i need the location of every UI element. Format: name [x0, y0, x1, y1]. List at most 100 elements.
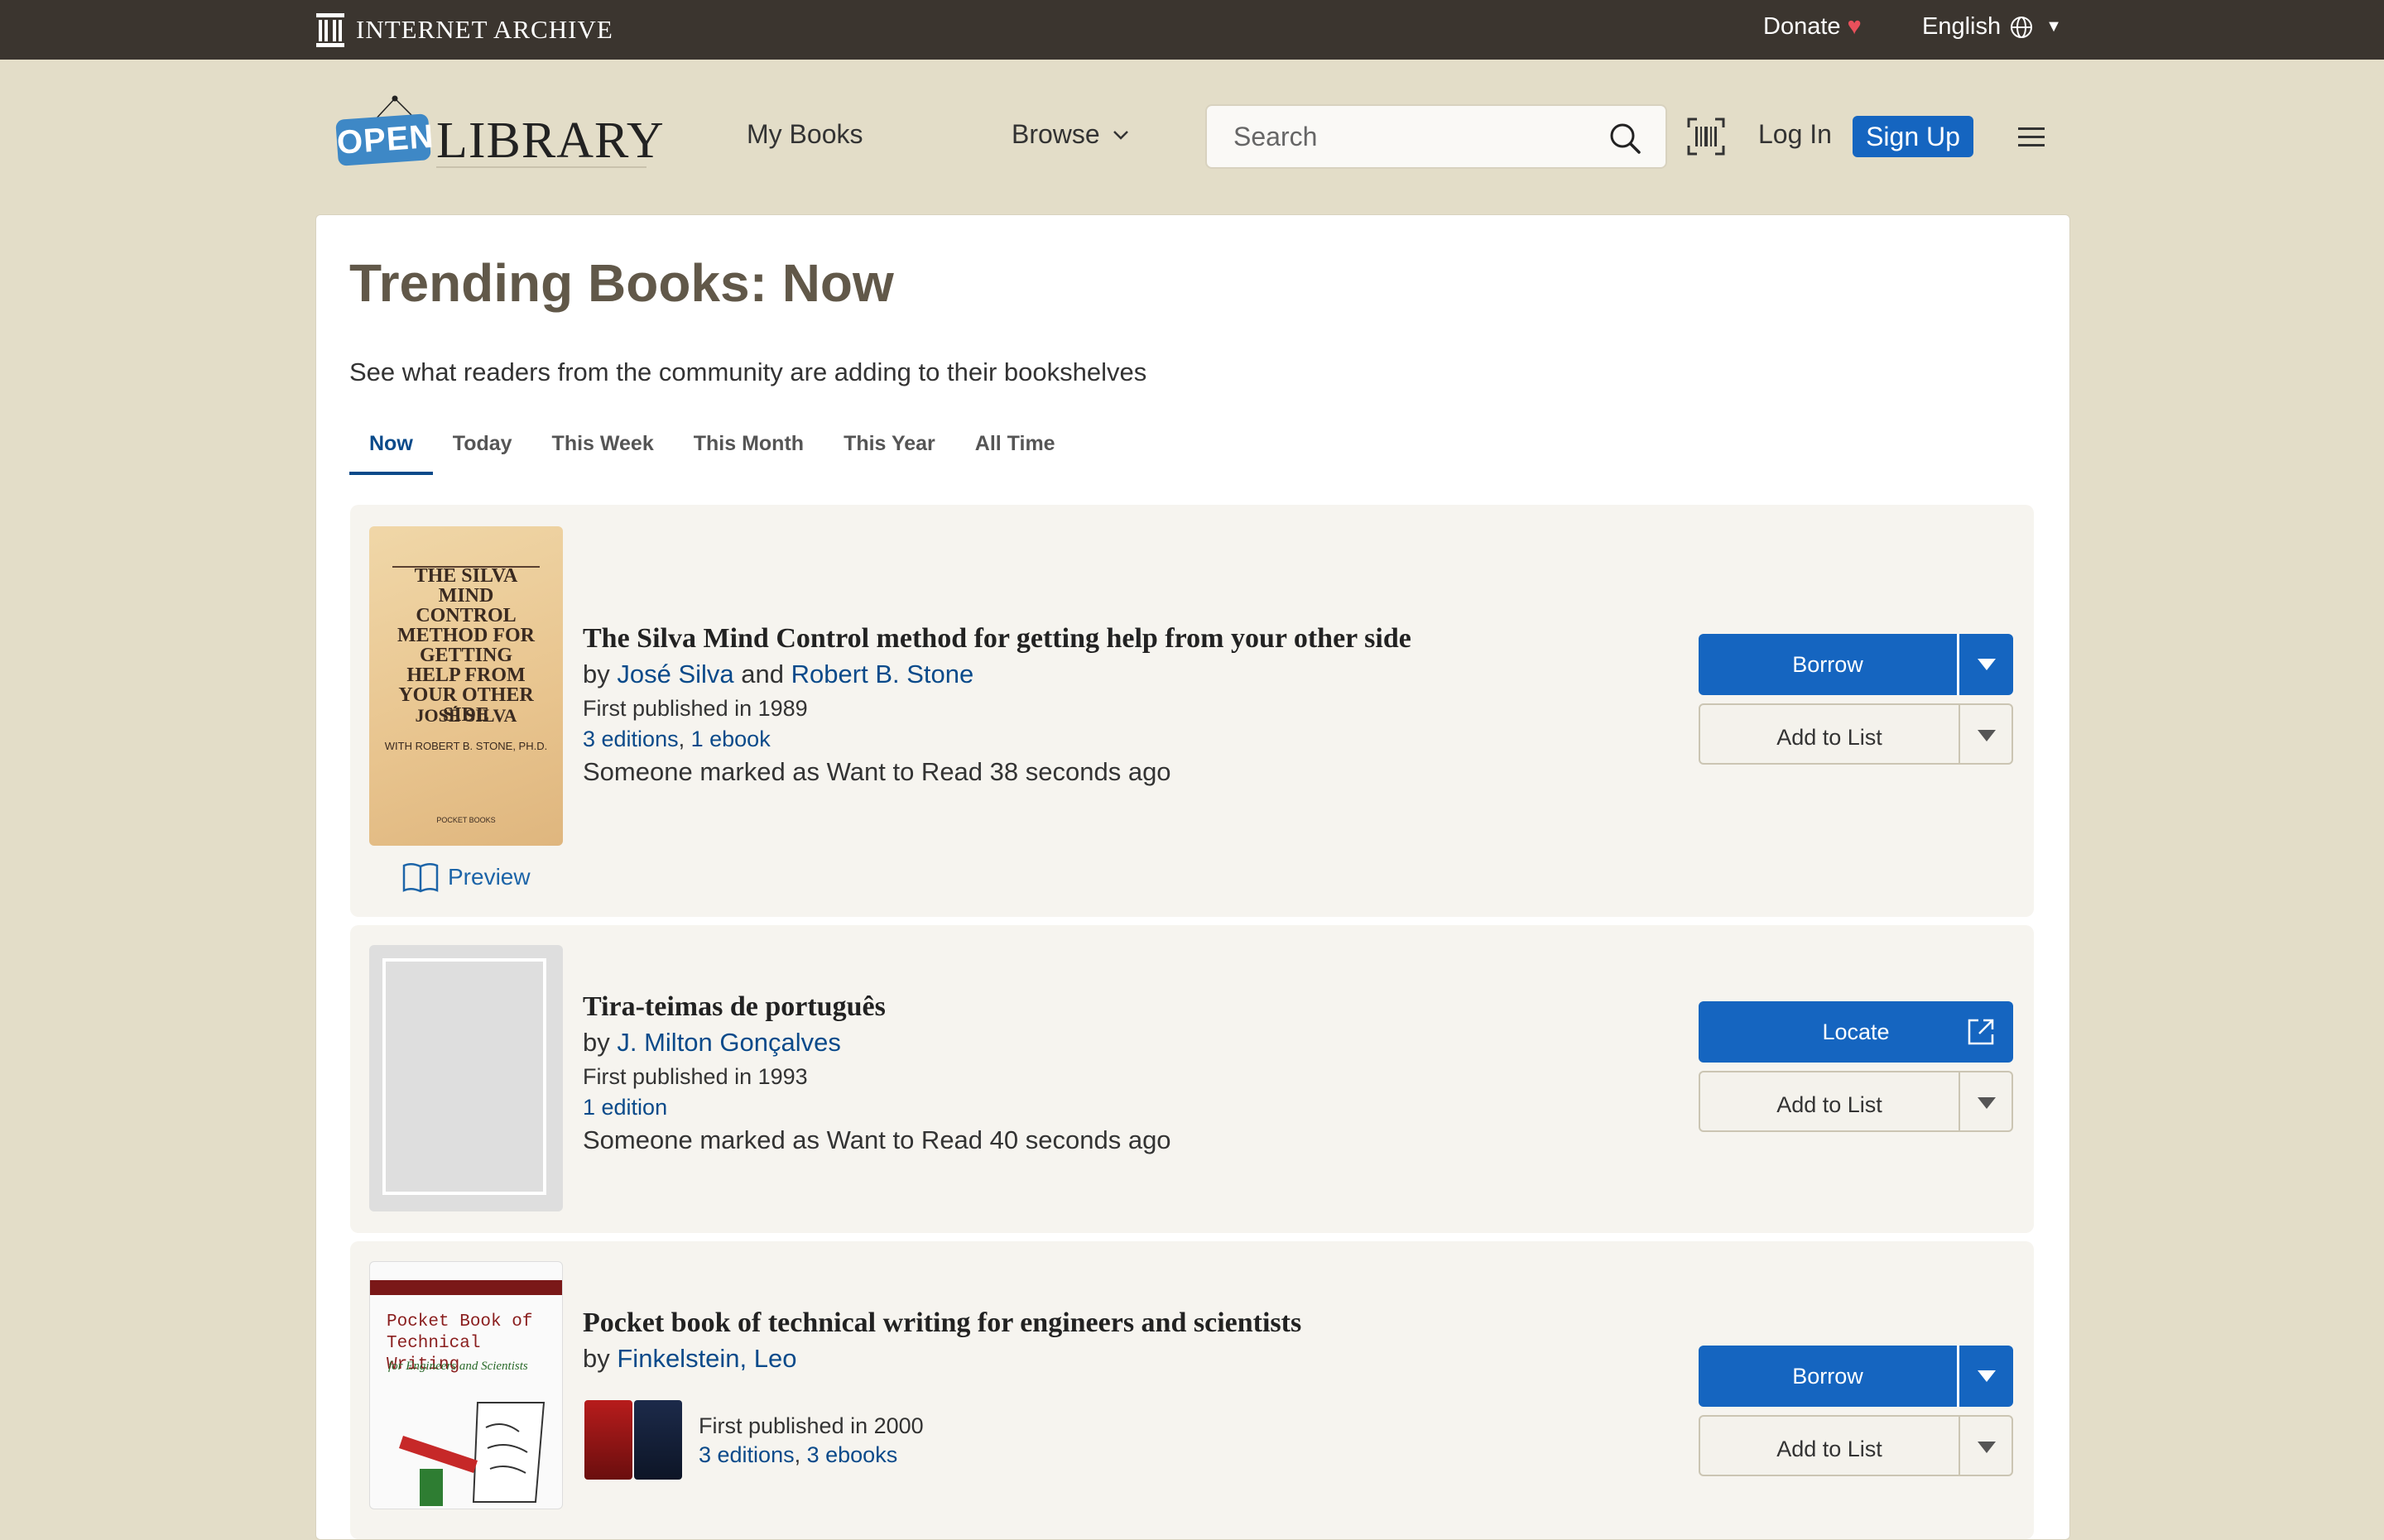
add-to-list-dropdown-toggle[interactable] [1960, 1072, 2013, 1130]
nav-browse[interactable]: Browse [1012, 119, 1130, 150]
book-title[interactable]: The Silva Mind Control method for gettin… [583, 623, 1411, 655]
tab-all-time[interactable]: All Time [955, 427, 1075, 472]
donate-link[interactable]: Donate ♥ [1763, 13, 1862, 41]
book-cover[interactable]: THE SILVA MIND CONTROL METHOD FOR GETTIN… [369, 526, 563, 846]
edition-cover-thumbnail[interactable] [634, 1400, 682, 1480]
borrow-dropdown-toggle[interactable] [1959, 634, 2013, 695]
book-byline: by Finkelstein, Leo [583, 1344, 1301, 1374]
nav-my-books[interactable]: My Books [747, 119, 863, 150]
add-to-list-dropdown-toggle[interactable] [1960, 705, 2013, 763]
first-published: First published in 1993 [583, 1064, 808, 1089]
add-to-list-group: Add to List [1699, 1415, 2013, 1476]
logo-open-badge: OPEN [335, 113, 435, 166]
internet-archive-bar: INTERNET ARCHIVE Donate ♥ English ▼ [0, 0, 2384, 60]
borrow-dropdown-toggle[interactable] [1959, 1346, 2013, 1407]
preview-label: Preview [448, 864, 531, 890]
by-label: by [583, 1344, 610, 1373]
tab-today[interactable]: Today [433, 427, 532, 472]
preview-link[interactable]: Preview [401, 861, 531, 894]
author-link[interactable]: Finkelstein, Leo [617, 1344, 796, 1373]
book-title[interactable]: Tira-teimas de português [583, 991, 1171, 1023]
internet-archive-logo[interactable]: INTERNET ARCHIVE [315, 8, 613, 51]
borrow-button[interactable]: Borrow [1699, 1346, 1957, 1407]
borrow-button[interactable]: Borrow [1699, 634, 1957, 695]
add-to-list-button[interactable]: Add to List [1700, 1072, 1959, 1130]
archive-building-icon [316, 13, 344, 47]
book-cover[interactable]: Pocket Book of Technical Writing for Eng… [369, 1261, 563, 1509]
cover-publisher-band [370, 1280, 562, 1295]
cover-title-text: THE SILVA MIND CONTROL METHOD FOR GETTIN… [397, 565, 535, 726]
cover-author-text: JOSÉ SILVA [415, 705, 517, 726]
cover-placeholder-frame [382, 958, 546, 1195]
language-label: English [1922, 13, 2002, 40]
book-info: The Silva Mind Control method for gettin… [583, 623, 1411, 787]
external-link-icon [1968, 1019, 1994, 1045]
barcode-scanner-icon[interactable] [1687, 118, 1725, 156]
add-to-list-dropdown-toggle[interactable] [1960, 1417, 2013, 1475]
book-list-item: Pocket Book of Technical Writing for Eng… [350, 1241, 2034, 1539]
pen-illustration-icon [399, 1402, 546, 1506]
activity-text: Someone marked as Want to Read 38 second… [583, 757, 1171, 786]
editions-link[interactable]: 3 editions [583, 727, 679, 751]
logo-underline [436, 166, 646, 168]
globe-icon [2011, 16, 2033, 38]
ebooks-link[interactable]: 1 ebook [691, 727, 771, 751]
book-list-item: Tira-teimas de português by J. Milton Go… [350, 925, 2034, 1233]
author-link[interactable]: J. Milton Gonçalves [617, 1028, 841, 1057]
tab-this-year[interactable]: This Year [824, 427, 955, 472]
donate-label: Donate [1763, 13, 1841, 40]
editions-link[interactable]: 1 edition [583, 1095, 1171, 1120]
locate-button[interactable]: Locate [1699, 1001, 2013, 1063]
book-cover-placeholder[interactable] [369, 945, 563, 1211]
add-to-list-group: Add to List [1699, 703, 2013, 765]
tab-this-week[interactable]: This Week [532, 427, 674, 472]
first-published: First published in 1989 [583, 696, 808, 721]
activity-text: Someone marked as Want to Read 40 second… [583, 1125, 1171, 1154]
book-info: Pocket book of technical writing for eng… [583, 1307, 1301, 1374]
hamburger-menu-icon[interactable] [2016, 124, 2046, 151]
by-label: by [583, 1028, 610, 1057]
book-title[interactable]: Pocket book of technical writing for eng… [583, 1307, 1301, 1339]
ebooks-link[interactable]: 3 ebooks [807, 1442, 898, 1467]
and-label: and [741, 660, 785, 688]
book-list-item: THE SILVA MIND CONTROL METHOD FOR GETTIN… [350, 505, 2034, 917]
internet-archive-text: INTERNET ARCHIVE [356, 15, 613, 44]
login-link[interactable]: Log In [1758, 119, 1832, 150]
nav-browse-label: Browse [1012, 119, 1100, 149]
heart-icon: ♥ [1847, 13, 1862, 40]
editions-line: 3 editions, 1 ebook [583, 727, 771, 751]
search-icon[interactable] [1608, 121, 1642, 156]
cover-with-text: WITH ROBERT B. STONE, PH.D. [384, 740, 548, 752]
add-to-list-button[interactable]: Add to List [1700, 1417, 1959, 1475]
page-title: Trending Books: Now [349, 253, 894, 313]
search-input[interactable] [1207, 106, 1614, 167]
book-meta: First published in 2000 3 editions, 3 eb… [699, 1413, 924, 1468]
edition-cover-thumbnail[interactable] [584, 1400, 632, 1480]
open-library-logo[interactable]: OPEN LIBRARY [335, 87, 664, 170]
caret-down-icon: ▼ [2045, 17, 2062, 36]
add-to-list-group: Add to List [1699, 1071, 2013, 1132]
page-subtitle: See what readers from the community are … [349, 357, 1147, 386]
cover-subtitle-text: for Engineers and Scientists [388, 1360, 528, 1373]
edition-covers [584, 1400, 684, 1480]
add-to-list-button[interactable]: Add to List [1700, 705, 1959, 763]
borrow-button-group: Borrow [1699, 634, 2013, 695]
tab-this-month[interactable]: This Month [674, 427, 824, 472]
editions-link[interactable]: 3 editions [699, 1442, 795, 1467]
open-book-icon [402, 863, 439, 893]
author-link[interactable]: Robert B. Stone [791, 660, 974, 688]
borrow-button-group: Borrow [1699, 1346, 2013, 1407]
editions-line: 3 editions, 3 ebooks [699, 1442, 898, 1467]
language-selector[interactable]: English ▼ [1922, 13, 2062, 41]
tab-now[interactable]: Now [349, 427, 433, 475]
search-box [1205, 104, 1667, 169]
book-byline: by J. Milton Gonçalves [583, 1028, 1171, 1058]
trending-tabs: Now Today This Week This Month This Year… [349, 427, 1075, 475]
by-label: by [583, 660, 610, 688]
signup-button[interactable]: Sign Up [1853, 116, 1973, 157]
logo-library-text: LIBRARY [436, 113, 665, 169]
book-info: Tira-teimas de português by J. Milton Go… [583, 991, 1171, 1155]
cover-publisher-text: POCKET BOOKS [436, 816, 496, 824]
first-published: First published in 2000 [699, 1413, 924, 1438]
author-link[interactable]: José Silva [617, 660, 733, 688]
